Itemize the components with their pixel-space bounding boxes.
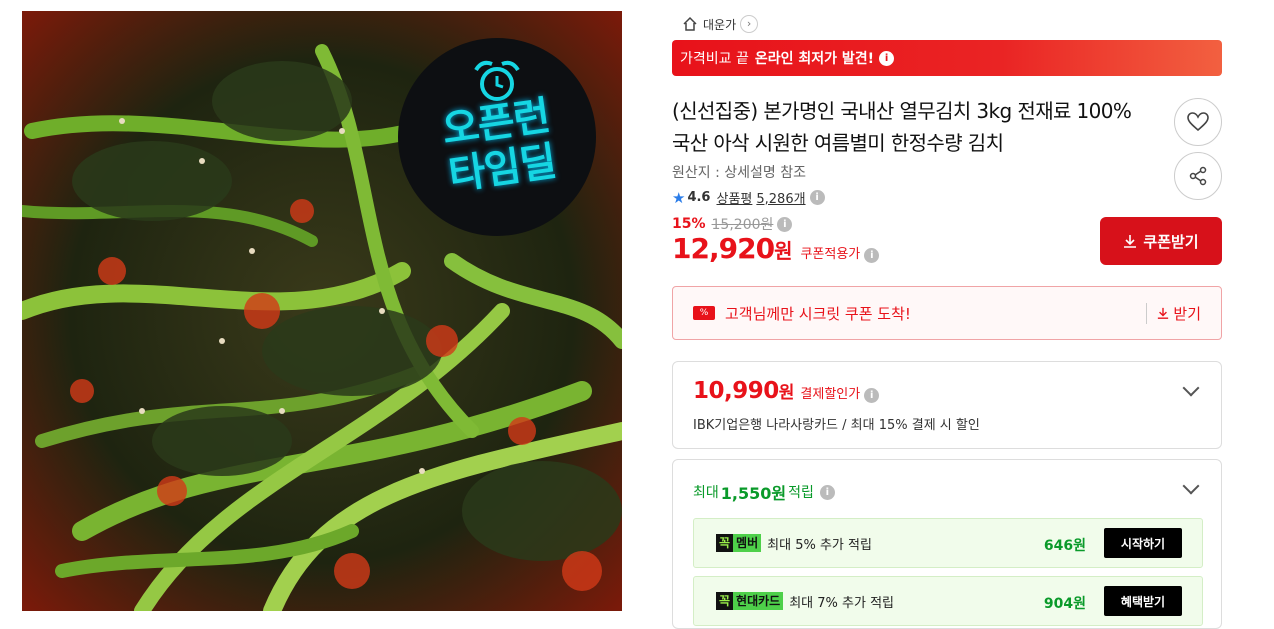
reward-row-member: 꼭 멤버 최대 5% 추가 적립 646원 시작하기: [693, 518, 1203, 568]
info-icon[interactable]: i: [864, 388, 880, 403]
discount-row: 15% 15,200원 i: [672, 214, 793, 234]
chevron-right-icon: ›: [740, 15, 759, 33]
rating-row: ★ 4.6 상품평 5,286개 i: [672, 188, 825, 207]
price-label: 쿠폰적용가: [800, 247, 861, 262]
card-price: 10,990: [693, 378, 779, 404]
price-unit: 원: [774, 239, 793, 263]
product-info-panel: 대운가 › 가격비교 끝 온라인 최저가 발견! i (신선집중) 본가명인 국…: [672, 0, 1222, 629]
coupon-ticket-icon: %: [693, 306, 715, 320]
benefit-button[interactable]: 혜택받기: [1104, 586, 1182, 616]
secret-coupon-text: 고객님께만 시크릿 쿠폰 도착!: [725, 304, 911, 323]
star-icon: ★: [672, 188, 686, 207]
download-icon: [1124, 235, 1137, 248]
sale-price: 12,920: [672, 232, 775, 265]
coupon-button-label: 쿠폰받기: [1143, 232, 1199, 251]
chevron-down-icon[interactable]: [1182, 477, 1200, 495]
reward-prefix: 최대: [693, 485, 719, 501]
info-icon[interactable]: i: [819, 484, 835, 500]
reward-header: 최대 1,550원 적립 i: [693, 480, 835, 504]
timedeal-badge: 오픈런 타임딜: [398, 38, 596, 236]
chevron-down-icon[interactable]: [1182, 379, 1200, 397]
download-icon: [1158, 307, 1169, 319]
review-count[interactable]: 5,286개: [756, 188, 805, 207]
lowest-price-banner[interactable]: 가격비교 끝 온라인 최저가 발견! i: [672, 40, 1222, 76]
secret-coupon-get-button[interactable]: 받기: [1146, 303, 1201, 324]
review-label[interactable]: 상품평: [716, 188, 752, 207]
secret-coupon-bar[interactable]: % 고객님께만 시크릿 쿠폰 도착! 받기: [672, 286, 1222, 340]
info-icon[interactable]: i: [777, 216, 793, 232]
share-button[interactable]: [1174, 152, 1222, 200]
original-price: 15,200원: [711, 217, 774, 233]
store-name: 대운가: [703, 17, 737, 32]
reward-row-hyundai: 꼭 현대카드 최대 7% 추가 적립 904원 혜택받기: [693, 576, 1203, 626]
heart-icon: [1187, 112, 1209, 132]
reward-suffix: 적립: [788, 485, 814, 501]
info-icon[interactable]: i: [864, 248, 880, 263]
reward-row-amount: 904원: [1043, 596, 1086, 612]
hyundai-tag: 꼭 현대카드: [716, 592, 784, 610]
tag-logo: 꼭: [716, 592, 734, 610]
reward-amount: 1,550원: [720, 484, 787, 503]
share-icon: [1189, 166, 1207, 186]
tag-label: 멤버: [733, 534, 762, 552]
get-label: 받기: [1173, 305, 1201, 323]
reward-row-text: 최대 7% 추가 적립: [789, 595, 894, 611]
card-discount-desc: IBK기업은행 나라사랑카드 / 최대 15% 결제 시 할인: [693, 418, 980, 433]
card-price-unit: 원: [778, 383, 795, 403]
discount-percent: 15%: [672, 216, 706, 232]
banner-bold: 온라인 최저가 발견!: [754, 51, 875, 67]
banner-text: 가격비교 끝: [680, 51, 749, 67]
tag-label: 현대카드: [733, 592, 784, 610]
coupon-price-row: 12,920 원 쿠폰적용가 i: [672, 232, 880, 265]
info-icon[interactable]: i: [809, 190, 825, 205]
member-tag: 꼭 멤버: [716, 534, 762, 552]
reward-row-amount: 646원: [1043, 538, 1086, 554]
home-icon: [683, 16, 697, 31]
coupon-download-button[interactable]: 쿠폰받기: [1100, 217, 1222, 265]
card-price-label: 결제할인가: [800, 387, 861, 402]
card-discount-box[interactable]: 10,990 원 결제할인가 i IBK기업은행 나라사랑카드 / 최대 15%…: [672, 361, 1222, 449]
origin-text: 원산지 : 상세설명 참조: [672, 165, 806, 181]
tag-logo: 꼭: [716, 534, 734, 552]
store-link[interactable]: 대운가 ›: [682, 14, 759, 34]
rating-score: 4.6: [687, 190, 711, 205]
reward-row-text: 최대 5% 추가 적립: [767, 537, 872, 553]
wishlist-button[interactable]: [1174, 98, 1222, 146]
product-title: (신선집중) 본가명인 국내산 열무김치 3kg 전재료 100% 국산 아삭 …: [672, 99, 1132, 155]
start-button[interactable]: 시작하기: [1104, 528, 1182, 558]
reward-box: 최대 1,550원 적립 i 꼭 멤버 최대 5% 추가 적립 646원 시작하…: [672, 459, 1222, 629]
card-price-row: 10,990 원 결제할인가 i: [693, 378, 880, 404]
alarm-clock-icon: [474, 60, 520, 101]
info-icon[interactable]: i: [879, 50, 895, 66]
